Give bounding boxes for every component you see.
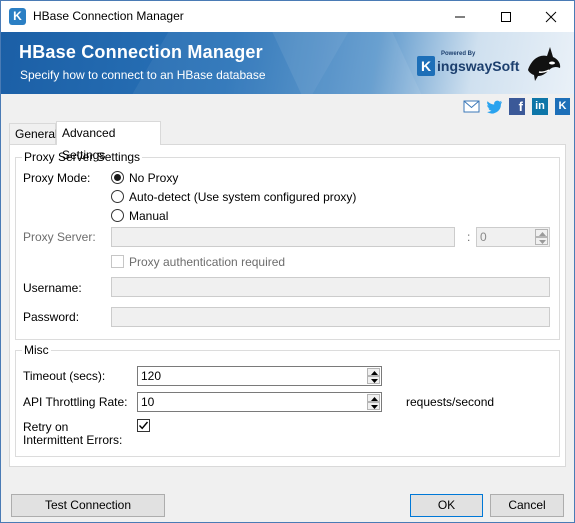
throttle-spinner[interactable] xyxy=(367,394,380,410)
ok-button[interactable]: OK xyxy=(410,494,483,517)
username-input[interactable] xyxy=(111,277,550,297)
chevron-up-icon xyxy=(371,371,378,375)
timeout-stepper[interactable]: 120 xyxy=(137,366,382,386)
misc-settings-group: Misc Timeout (secs): 120 API Throttling … xyxy=(15,343,560,457)
chevron-down-icon xyxy=(371,405,378,409)
radio-auto-detect-label[interactable]: Auto-detect (Use system configured proxy… xyxy=(129,190,356,204)
chevron-up-icon xyxy=(371,397,378,401)
window-title: HBase Connection Manager xyxy=(33,9,184,23)
spin-up-button[interactable] xyxy=(535,229,548,237)
timeout-label: Timeout (secs): xyxy=(23,369,106,383)
title-bar: K HBase Connection Manager xyxy=(1,1,574,32)
minimize-icon xyxy=(455,16,465,18)
kingswaysoft-app-icon: K xyxy=(9,8,26,25)
proxy-mode-label: Proxy Mode: xyxy=(23,171,91,185)
spin-up-button[interactable] xyxy=(367,368,380,376)
proxy-auth-checkbox[interactable] xyxy=(111,255,124,268)
mail-icon[interactable] xyxy=(463,98,480,115)
radio-no-proxy[interactable] xyxy=(111,171,124,184)
throttle-label: API Throttling Rate: xyxy=(23,395,128,409)
timeout-spinner[interactable] xyxy=(367,368,380,384)
timeout-value: 120 xyxy=(141,369,162,383)
retry-label-line1: Retry on xyxy=(23,420,69,434)
chevron-up-icon xyxy=(539,232,546,236)
chevron-down-icon xyxy=(371,379,378,383)
proxy-server-label: Proxy Server: xyxy=(23,230,96,244)
spin-down-button[interactable] xyxy=(367,402,380,410)
cancel-button[interactable]: Cancel xyxy=(490,494,564,517)
twitter-icon[interactable] xyxy=(486,98,503,115)
maximize-icon xyxy=(501,12,511,22)
password-input[interactable] xyxy=(111,307,550,327)
proxy-server-input[interactable] xyxy=(111,227,455,247)
twitter-bird-icon xyxy=(487,100,502,114)
throttle-unit: requests/second xyxy=(406,395,495,409)
password-label: Password: xyxy=(23,310,80,324)
misc-group-title: Misc xyxy=(22,343,51,357)
radio-manual[interactable] xyxy=(111,209,124,222)
proxy-settings-group: Proxy Server Settings Proxy Mode: No Pro… xyxy=(15,150,560,340)
spin-down-button[interactable] xyxy=(535,237,548,245)
header-banner: HBase Connection Manager Specify how to … xyxy=(1,32,574,94)
logo-wordmark: ingswaySoft xyxy=(437,58,520,74)
retry-label-line2: Intermittent Errors: xyxy=(23,433,123,447)
banner-title: HBase Connection Manager xyxy=(19,42,263,62)
orca-icon xyxy=(528,47,561,81)
connection-manager-window: K HBase Connection Manager HBase Connect… xyxy=(0,0,575,523)
chevron-down-icon xyxy=(539,240,546,244)
close-icon xyxy=(545,11,557,23)
logo-powered-by: Powered By xyxy=(441,51,476,57)
port-spinner[interactable] xyxy=(535,229,548,245)
minimize-button[interactable] xyxy=(437,1,483,32)
envelope-icon xyxy=(463,100,480,113)
proxy-port-stepper[interactable]: 0 xyxy=(476,227,550,247)
username-label: Username: xyxy=(23,281,82,295)
proxy-port-value: 0 xyxy=(480,230,487,244)
radio-auto-detect[interactable] xyxy=(111,190,124,203)
tab-general[interactable]: General xyxy=(9,123,58,145)
radio-manual-label[interactable]: Manual xyxy=(129,209,168,223)
radio-no-proxy-label[interactable]: No Proxy xyxy=(129,171,178,185)
spin-down-button[interactable] xyxy=(367,376,380,384)
maximize-button[interactable] xyxy=(483,1,529,32)
throttle-stepper[interactable]: 10 xyxy=(137,392,382,412)
proxy-auth-label: Proxy authentication required xyxy=(129,255,286,269)
facebook-icon[interactable]: f xyxy=(509,98,525,115)
retry-checkbox[interactable] xyxy=(137,419,150,432)
advanced-settings-panel: Proxy Server Settings Proxy Mode: No Pro… xyxy=(9,144,566,467)
spin-up-button[interactable] xyxy=(367,394,380,402)
close-button[interactable] xyxy=(528,1,574,32)
tab-advanced-settings[interactable]: Advanced Settings xyxy=(56,121,161,162)
throttle-value: 10 xyxy=(141,395,155,409)
logo-k-mark: K xyxy=(417,56,435,76)
kingswaysoft-logo: Powered By K ingswaySoft xyxy=(417,48,519,80)
linkedin-icon[interactable]: in xyxy=(532,98,548,115)
checkmark-icon xyxy=(138,421,149,430)
test-connection-button[interactable]: Test Connection xyxy=(11,494,165,517)
banner-subtitle: Specify how to connect to an HBase datab… xyxy=(20,68,266,82)
kingswaysoft-icon[interactable]: K xyxy=(555,98,570,115)
port-separator: : xyxy=(467,230,471,244)
